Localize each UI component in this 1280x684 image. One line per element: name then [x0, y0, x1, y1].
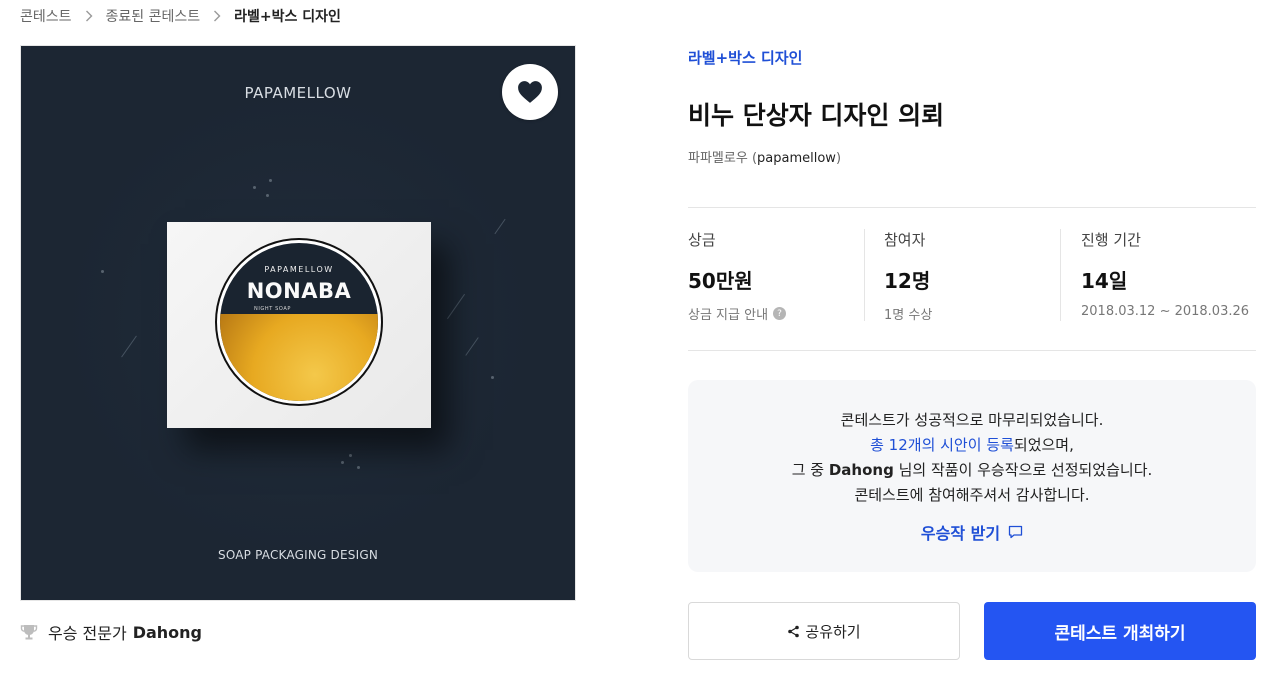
stat-participants-value: 12명 [884, 269, 931, 293]
help-icon[interactable]: ? [773, 307, 787, 320]
divider [864, 229, 865, 321]
label-sub: NIGHT SOAP [254, 306, 291, 312]
notice-winner-name: Dahong [828, 461, 894, 479]
chevron-right-icon [213, 10, 221, 22]
breadcrumb-item-current: 라벨+박스 디자인 [234, 9, 341, 25]
host-contest-button[interactable]: 콘테스트 개최하기 [984, 602, 1256, 660]
prize-info-link[interactable]: 상금 지급 안내 [688, 304, 768, 323]
image-top-brand: PAPAMELLOW [244, 84, 352, 102]
stat-participants-label: 참여자 [884, 231, 926, 249]
submissions-link[interactable]: 총 12개의 시안이 등록 [870, 436, 1014, 454]
contest-host: 파파멜로우 (papamellow) [688, 147, 841, 166]
contest-category[interactable]: 라벨+박스 디자인 [688, 47, 802, 68]
trophy-icon [20, 623, 38, 641]
notice-line-3-pre: 그 중 [791, 461, 829, 479]
winner-name[interactable]: Dahong [133, 623, 202, 642]
breadcrumb: 콘테스트 종료된 콘테스트 라벨+박스 디자인 [20, 6, 341, 26]
get-winning-design-button[interactable]: 우승작 받기 [921, 520, 1023, 544]
share-icon [787, 625, 800, 638]
contest-winning-image[interactable]: PAPAMELLOW PAPAMELLOW NONABA NIGHT SOAP … [20, 45, 576, 601]
stat-prize-label: 상금 [688, 231, 716, 249]
stat-prize: 상금 50만원 상금 지급 안내 ? [688, 229, 858, 323]
stat-period-value: 14일 [1081, 269, 1128, 293]
decor-speck [253, 186, 256, 189]
decor-speck [349, 454, 352, 457]
soap-label: PAPAMELLOW NONABA NIGHT SOAP [215, 238, 383, 406]
winner-prefix: 우승 전문가 [48, 624, 127, 643]
decor-speck [491, 376, 494, 379]
share-button[interactable]: 공유하기 [688, 602, 960, 660]
winner-expert: 우승 전문가 Dahong [20, 620, 202, 644]
get-winning-design-label: 우승작 받기 [920, 524, 1001, 543]
host-handle: papamellow [757, 151, 836, 166]
decor-speck [269, 179, 272, 182]
image-bottom-tag: SOAP PACKAGING DESIGN [218, 548, 378, 562]
stat-period: 진행 기간 14일 2018.03.12 ~ 2018.03.26 [1081, 229, 1256, 321]
divider [688, 207, 1256, 208]
divider [688, 350, 1256, 351]
notice-line-4: 콘테스트에 참여해주셔서 감사합니다. [854, 486, 1090, 504]
contest-result-notice: 콘테스트가 성공적으로 마무리되었습니다. 총 12개의 시안이 등록되었으며,… [688, 380, 1256, 572]
label-name: NONABA [246, 279, 352, 303]
contest-title: 비누 단상자 디자인 의뢰 [688, 101, 945, 130]
notice-line-2: 총 12개의 시안이 등록되었으며, [688, 433, 1256, 458]
message-icon [1008, 525, 1023, 539]
stat-participants: 참여자 12명 1명 수상 [884, 229, 1054, 323]
stat-period-note: 2018.03.12 ~ 2018.03.26 [1081, 304, 1250, 319]
stat-prize-value: 50만원 [688, 269, 753, 293]
soap-box: PAPAMELLOW NONABA NIGHT SOAP [167, 222, 431, 428]
stat-participants-note: 1명 수상 [884, 308, 933, 323]
host-name: 파파멜로우 [688, 151, 748, 166]
label-brand: PAPAMELLOW [264, 265, 334, 274]
decor-speck [266, 194, 269, 197]
notice-line-1: 콘테스트가 성공적으로 마무리되었습니다. [840, 411, 1104, 429]
host-paren-close: ) [835, 151, 842, 166]
stat-prize-note: 상금 지급 안내 ? [688, 304, 858, 323]
breadcrumb-item-ended-contests[interactable]: 종료된 콘테스트 [106, 6, 201, 26]
stat-period-label: 진행 기간 [1081, 231, 1141, 249]
chevron-right-icon [85, 10, 93, 22]
divider [1060, 229, 1061, 321]
share-label: 공유하기 [805, 622, 861, 641]
decor-speck [357, 466, 360, 469]
decor-speck [341, 461, 344, 464]
favorite-button[interactable] [502, 64, 558, 120]
notice-line-3: 그 중 Dahong 님의 작품이 우승작으로 선정되었습니다. [688, 458, 1256, 483]
notice-line-3-post: 님의 작품이 우승작으로 선정되었습니다. [893, 461, 1153, 479]
breadcrumb-item-contest[interactable]: 콘테스트 [20, 6, 72, 26]
decor-speck [101, 270, 104, 273]
heart-icon [517, 80, 543, 104]
notice-line-2-rest: 되었으며, [1013, 436, 1074, 454]
